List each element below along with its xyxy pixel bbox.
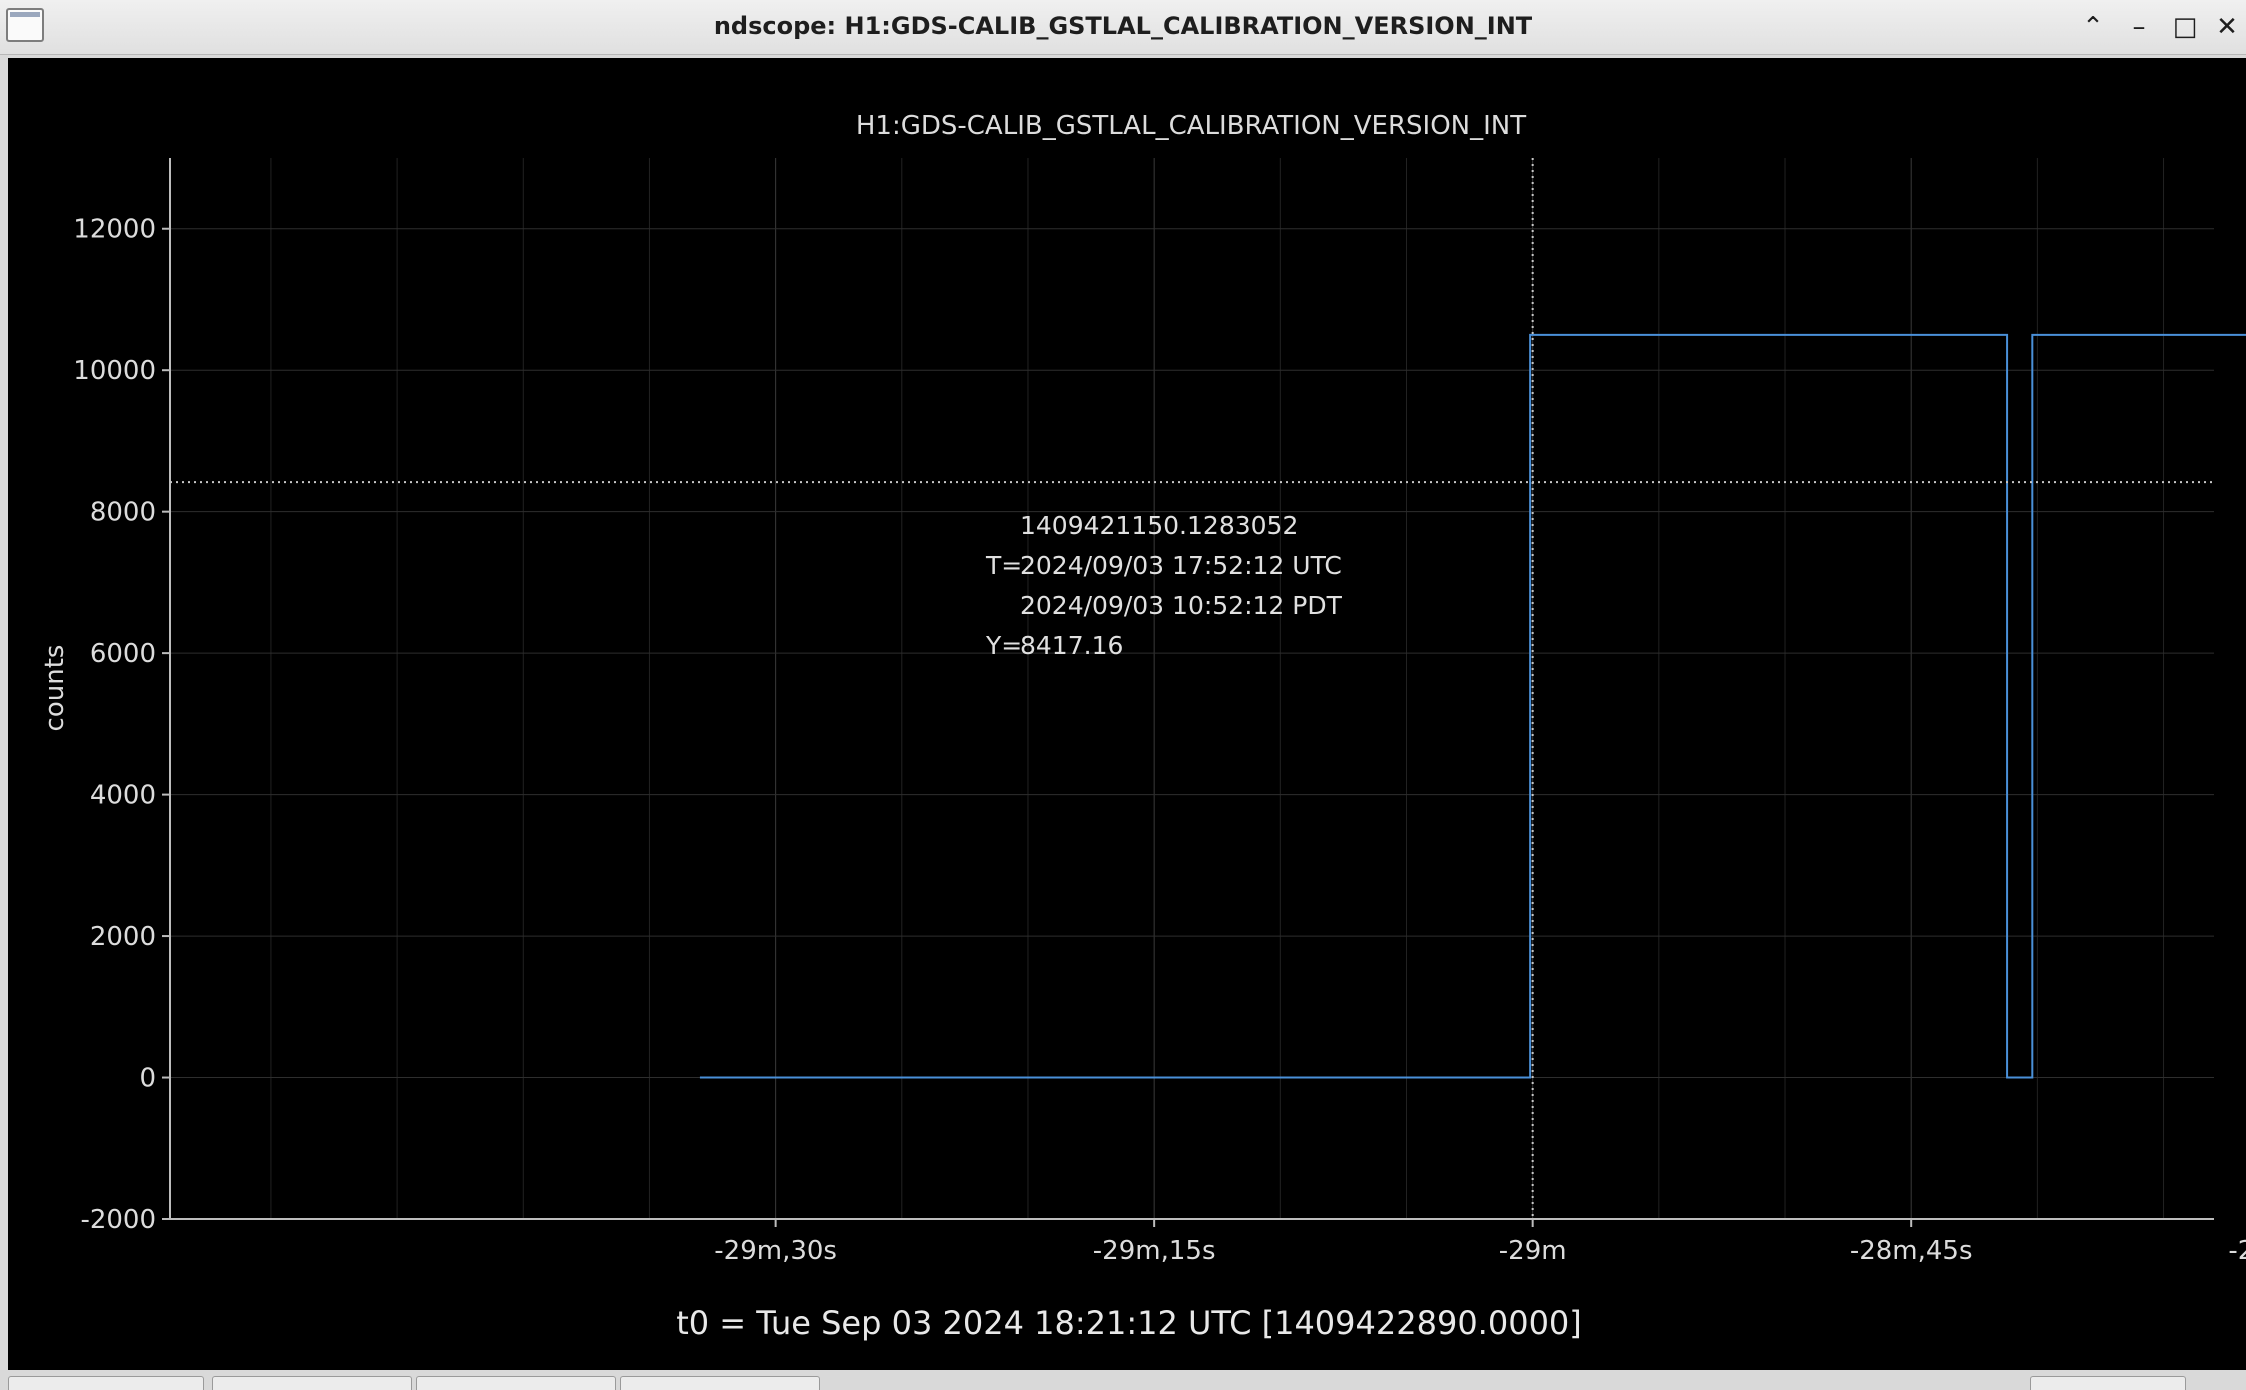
- bottom-toolbar: [0, 1370, 2246, 1390]
- window-titlebar: ndscope: H1:GDS-CALIB_GSTLAL_CALIBRATION…: [0, 0, 2246, 55]
- minimize-icon[interactable]: –: [2122, 10, 2156, 44]
- x-tick-label: -29m,30s: [714, 1236, 837, 1266]
- y-tick-label: 12000: [73, 215, 156, 245]
- scope-plot[interactable]: H1:GDS-CALIB_GSTLAL_CALIBRATION_VERSION_…: [8, 58, 2246, 1370]
- close-icon[interactable]: ✕: [2210, 10, 2244, 44]
- x-tick-label: -28m,45s: [1850, 1236, 1973, 1266]
- x-tick-label: -28m,30s: [2228, 1236, 2246, 1266]
- tab-stub[interactable]: [8, 1376, 204, 1390]
- trace-line: [699, 333, 2246, 1079]
- t0-label: t0 = Tue Sep 03 2024 18:21:12 UTC [14094…: [676, 1304, 1582, 1342]
- cursor-t-label: T=: [985, 551, 1022, 580]
- grid: [170, 158, 2214, 1220]
- cursor-readout: 1409421150.1283052 T= 2024/09/03 17:52:1…: [985, 511, 1343, 660]
- plot-title: H1:GDS-CALIB_GSTLAL_CALIBRATION_VERSION_…: [856, 111, 1526, 141]
- cursor-gps: 1409421150.1283052: [1020, 511, 1298, 540]
- cursor-y-value: 8417.16: [1020, 631, 1123, 660]
- y-tick-label: 2000: [90, 922, 156, 952]
- plot-area[interactable]: H1:GDS-CALIB_GSTLAL_CALIBRATION_VERSION_…: [8, 58, 2246, 1370]
- cursor[interactable]: [170, 158, 2214, 1219]
- x-tick-label: -29m,15s: [1093, 1236, 1216, 1266]
- axes: [169, 158, 2214, 1220]
- chevron-up-icon[interactable]: ⌃: [2076, 10, 2110, 44]
- tab-stub[interactable]: [620, 1376, 820, 1390]
- x-ticks: -29m,30s-29m,15s-29m-28m,45s-28m,30s-28m…: [714, 1219, 2246, 1266]
- y-tick-label: 10000: [73, 356, 156, 386]
- y-axis-label: counts: [40, 645, 70, 732]
- maximize-icon[interactable]: □: [2168, 10, 2202, 44]
- y-tick-label: 6000: [90, 639, 156, 669]
- x-tick-label: -29m: [1499, 1236, 1567, 1266]
- tab-stub[interactable]: [212, 1376, 412, 1390]
- y-tick-label: -2000: [80, 1205, 156, 1235]
- y-tick-label: 4000: [90, 781, 156, 811]
- cursor-local: 2024/09/03 10:52:12 PDT: [1020, 591, 1343, 620]
- cursor-y-label: Y=: [985, 631, 1022, 660]
- y-ticks: -2000 0 2000 4000 6000 8000 10000 12000: [73, 215, 170, 1235]
- y-tick-label: 0: [139, 1064, 156, 1094]
- cursor-utc: 2024/09/03 17:52:12 UTC: [1020, 551, 1342, 580]
- tab-stub[interactable]: [416, 1376, 616, 1390]
- tab-stub[interactable]: [2030, 1376, 2186, 1390]
- window-title: ndscope: H1:GDS-CALIB_GSTLAL_CALIBRATION…: [713, 12, 1533, 40]
- series: [699, 333, 2246, 1079]
- y-tick-label: 8000: [90, 498, 156, 528]
